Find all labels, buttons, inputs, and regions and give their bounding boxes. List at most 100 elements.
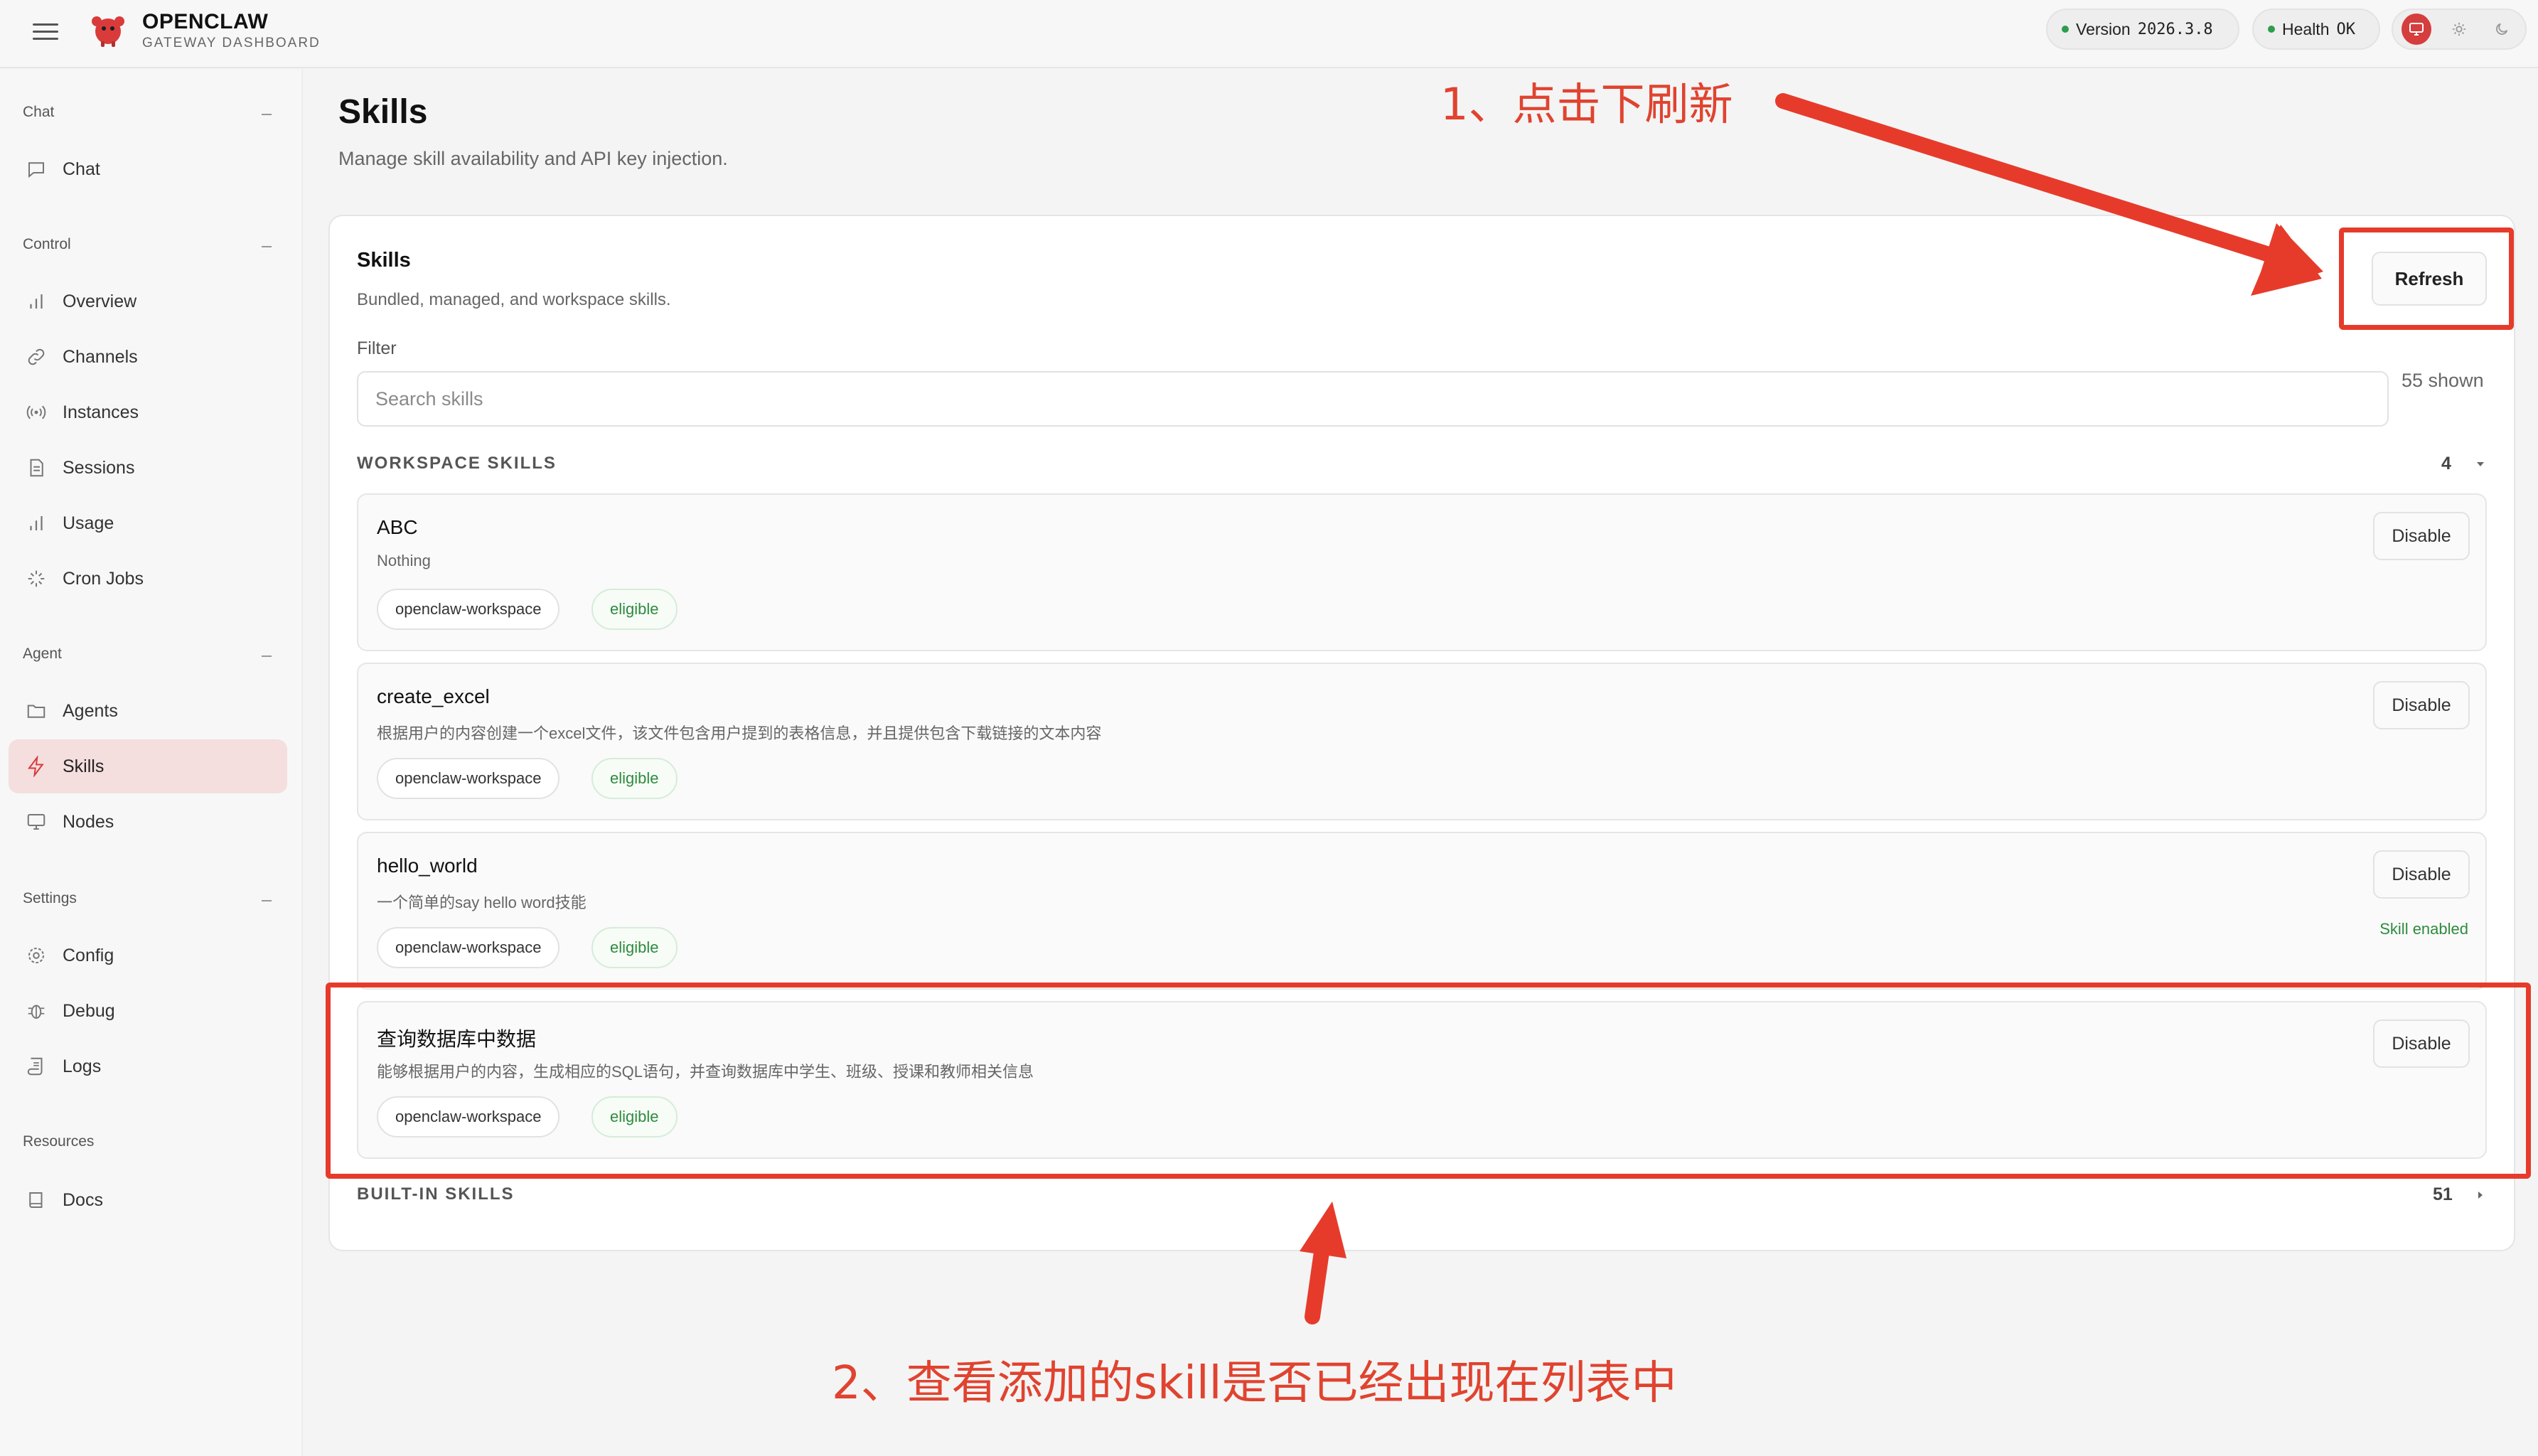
theme-light-button[interactable] xyxy=(2444,14,2474,45)
section-agent-title: Agent xyxy=(23,646,62,662)
sidebar-item-overview[interactable]: Overview xyxy=(9,274,287,328)
workspace-skills-count: 4 xyxy=(2441,454,2451,473)
sidebar-item-docs[interactable]: Docs xyxy=(9,1173,287,1227)
sidebar-item-label: Cron Jobs xyxy=(63,568,144,589)
sidebar-item-debug[interactable]: Debug xyxy=(9,984,287,1038)
sidebar-item-label: Logs xyxy=(63,1056,102,1076)
sidebar-item-label: Debug xyxy=(63,1000,115,1021)
moon-icon xyxy=(2496,23,2508,35)
collapse-icon[interactable] xyxy=(262,114,272,115)
sidebar-item-label: Docs xyxy=(63,1189,103,1210)
monitor-icon xyxy=(2409,23,2424,36)
filter-label: Filter xyxy=(357,338,397,358)
chevron-down-icon[interactable] xyxy=(2477,462,2484,466)
top-bar: OPENCLAW GATEWAY DASHBOARD Version 2026.… xyxy=(0,0,2538,68)
skill-source-tag: openclaw-workspace xyxy=(377,758,560,799)
status-dot-icon xyxy=(2268,26,2275,33)
sidebar-item-nodes[interactable]: Nodes xyxy=(9,795,287,849)
builtin-skills-count: 51 xyxy=(2433,1184,2453,1204)
annotation-step-2: 2、查看添加的skill是否已经出现在列表中 xyxy=(832,1357,1677,1410)
section-chat-title: Chat xyxy=(23,104,55,120)
chevron-right-icon[interactable] xyxy=(2478,1192,2483,1199)
brand-title: OPENCLAW xyxy=(142,10,269,33)
loader-icon xyxy=(28,570,45,587)
skill-enabled-message: Skill enabled xyxy=(2379,920,2468,938)
link-icon xyxy=(28,348,45,365)
search-input[interactable] xyxy=(357,371,2389,427)
sidebar-item-label: Skills xyxy=(63,756,105,776)
document-icon xyxy=(30,459,43,477)
skill-status-tag: eligible xyxy=(591,589,678,630)
bolt-icon xyxy=(28,756,44,777)
skill-status-tag: eligible xyxy=(591,927,678,968)
sidebar-item-instances[interactable]: Instances xyxy=(9,385,287,439)
page-subtitle: Manage skill availability and API key in… xyxy=(338,148,728,169)
version-badge: Version 2026.3.8 xyxy=(2046,9,2239,50)
book-icon xyxy=(29,1192,43,1208)
monitor-icon xyxy=(27,814,45,830)
shown-count: 55 shown xyxy=(2402,370,2484,391)
gear-icon xyxy=(28,948,44,963)
sidebar-item-label: Instances xyxy=(63,402,139,422)
bar-chart-icon xyxy=(30,516,43,530)
section-resources-title: Resources xyxy=(23,1133,95,1150)
sidebar-item-cron-jobs[interactable]: Cron Jobs xyxy=(9,552,287,606)
sidebar-item-logs[interactable]: Logs xyxy=(9,1039,287,1093)
skill-row: create_excel 根据用户的内容创建一个excel文件，该文件包含用户提… xyxy=(357,663,2487,820)
sidebar-item-label: Overview xyxy=(63,291,137,311)
skill-row: ABC Nothing openclaw-workspace eligible … xyxy=(357,493,2487,651)
sidebar-item-label: Config xyxy=(63,945,114,965)
version-value: 2026.3.8 xyxy=(2137,20,2213,38)
theme-system-button[interactable] xyxy=(2402,14,2431,45)
collapse-icon[interactable] xyxy=(262,246,272,247)
health-badge: Health OK xyxy=(2252,9,2380,50)
annotation-box-refresh xyxy=(2339,228,2514,330)
brand-subtitle: GATEWAY DASHBOARD xyxy=(142,36,321,50)
bug-icon xyxy=(28,1005,45,1019)
skill-name: create_excel xyxy=(377,685,490,707)
skill-description: Nothing xyxy=(377,552,431,569)
skill-description: 根据用户的内容创建一个excel文件，该文件包含用户提到的表格信息，并且提供包含… xyxy=(377,724,1102,742)
sidebar: Chat Chat Control Overview Channels Inst… xyxy=(0,70,303,1456)
sidebar-item-label: Sessions xyxy=(63,457,135,478)
status-dot-icon xyxy=(2062,26,2069,33)
section-control-title: Control xyxy=(23,236,71,252)
bar-chart-icon xyxy=(30,294,43,309)
collapse-icon[interactable] xyxy=(262,655,272,657)
sidebar-item-chat[interactable]: Chat xyxy=(9,142,287,196)
page-title: Skills xyxy=(338,93,428,131)
sidebar-item-agents[interactable]: Agents xyxy=(9,684,287,738)
skill-source-tag: openclaw-workspace xyxy=(377,927,560,968)
version-label: Version xyxy=(2076,19,2131,38)
logo-icon xyxy=(92,16,124,47)
sidebar-item-label: Agents xyxy=(63,700,118,721)
annotation-box-new-skill xyxy=(326,983,2531,1179)
card-title: Skills xyxy=(357,249,411,272)
card-subtitle: Bundled, managed, and workspace skills. xyxy=(357,290,671,309)
health-value: OK xyxy=(2336,20,2355,38)
sidebar-item-label: Usage xyxy=(63,513,114,533)
sidebar-item-label: Chat xyxy=(63,159,100,179)
skill-description: 一个简单的say hello word技能 xyxy=(377,894,587,911)
sidebar-item-sessions[interactable]: Sessions xyxy=(9,441,287,495)
sidebar-item-channels[interactable]: Channels xyxy=(9,330,287,384)
builtin-skills-header[interactable]: BUILT-IN SKILLS xyxy=(357,1184,515,1204)
collapse-icon[interactable] xyxy=(262,900,272,901)
workspace-skills-header[interactable]: WORKSPACE SKILLS xyxy=(357,454,557,473)
sidebar-item-skills[interactable]: Skills xyxy=(9,739,287,793)
health-label: Health xyxy=(2282,19,2330,38)
sidebar-item-label: Channels xyxy=(63,346,138,367)
theme-switcher xyxy=(2392,9,2527,50)
theme-dark-button[interactable] xyxy=(2487,14,2517,45)
sidebar-item-config[interactable]: Config xyxy=(9,928,287,983)
disable-button[interactable]: Disable xyxy=(2373,850,2470,899)
skill-name: ABC xyxy=(377,516,418,538)
folder-icon xyxy=(27,705,45,718)
annotation-step-1: 1、点击下刷新 xyxy=(1440,78,1733,130)
disable-button[interactable]: Disable xyxy=(2373,681,2470,729)
menu-icon[interactable] xyxy=(33,18,58,44)
sidebar-item-usage[interactable]: Usage xyxy=(9,496,287,550)
scroll-icon xyxy=(27,1057,43,1076)
disable-button[interactable]: Disable xyxy=(2373,512,2470,560)
section-settings-title: Settings xyxy=(23,890,77,906)
